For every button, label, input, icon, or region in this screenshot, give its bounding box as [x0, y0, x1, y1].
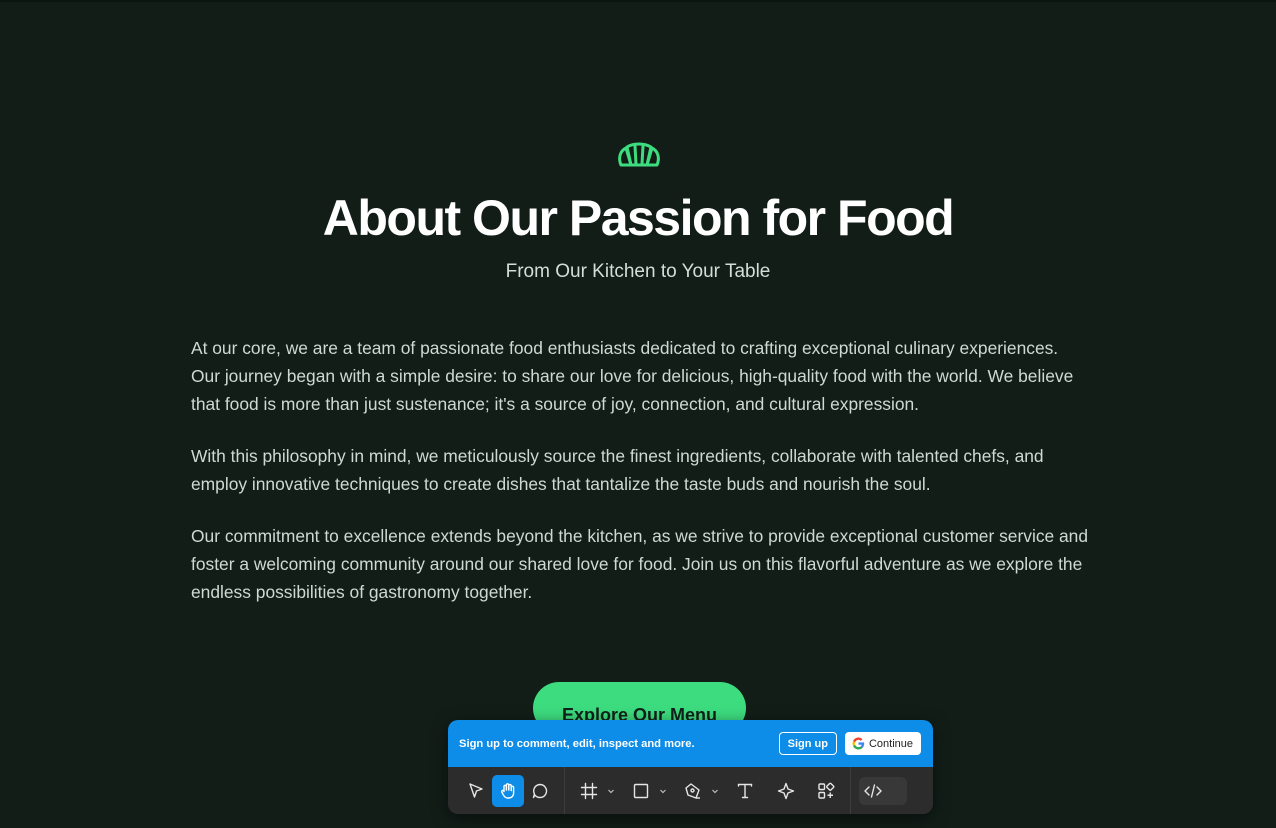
comment-tool[interactable] — [524, 775, 556, 807]
figma-toolbar-overlay: Sign up to comment, edit, inspect and mo… — [448, 720, 933, 814]
chevron-down-icon — [712, 789, 718, 793]
pen-icon — [685, 782, 700, 799]
signup-banner: Sign up to comment, edit, inspect and mo… — [448, 720, 933, 767]
comment-icon — [532, 783, 548, 798]
top-border — [0, 0, 1276, 2]
plugins-icon — [818, 782, 835, 799]
page-subtitle: From Our Kitchen to Your Table — [505, 261, 771, 282]
text-tool[interactable] — [729, 775, 761, 807]
continue-label: Continue — [868, 737, 913, 750]
pen-tool[interactable] — [677, 775, 709, 807]
toolbar-divider — [564, 767, 565, 814]
hand-tool[interactable] — [492, 774, 524, 807]
component-icon — [777, 782, 795, 799]
about-paragraph: At our core, we are a team of passionate… — [191, 338, 1074, 414]
page-title: About Our Passion for Food — [322, 190, 955, 246]
banner-text: Sign up to comment, edit, inspect and mo… — [459, 737, 695, 750]
dev-mode-toggle[interactable] — [859, 776, 907, 805]
croissant-icon — [616, 140, 662, 170]
toolbar-divider — [850, 767, 851, 814]
design-toolbar — [448, 767, 933, 814]
move-icon — [469, 782, 483, 798]
rectangle-icon — [633, 783, 649, 798]
frame-icon — [580, 782, 598, 799]
move-tool[interactable] — [460, 775, 492, 807]
frame-tool[interactable] — [573, 775, 605, 807]
shape-menu-caret[interactable] — [657, 775, 669, 807]
text-icon — [737, 783, 753, 798]
about-paragraph: With this philosophy in mind, we meticul… — [191, 446, 1044, 494]
about-paragraph: Our commitment to excellence extends bey… — [191, 526, 1089, 602]
chevron-down-icon — [608, 789, 614, 793]
component-tool[interactable] — [770, 775, 802, 807]
about-body: At our core, we are a team of passionate… — [191, 334, 1091, 630]
frame-menu-caret[interactable] — [605, 775, 617, 807]
rectangle-tool[interactable] — [625, 775, 657, 807]
hand-icon — [501, 782, 515, 799]
google-continue-button[interactable]: Continue — [844, 732, 921, 755]
pen-menu-caret[interactable] — [709, 775, 721, 807]
chevron-down-icon — [660, 789, 666, 793]
google-icon — [852, 737, 865, 750]
signup-button[interactable]: Sign up — [778, 732, 837, 755]
plugins-tool[interactable] — [810, 775, 842, 807]
dev-mode-icon — [864, 783, 882, 798]
